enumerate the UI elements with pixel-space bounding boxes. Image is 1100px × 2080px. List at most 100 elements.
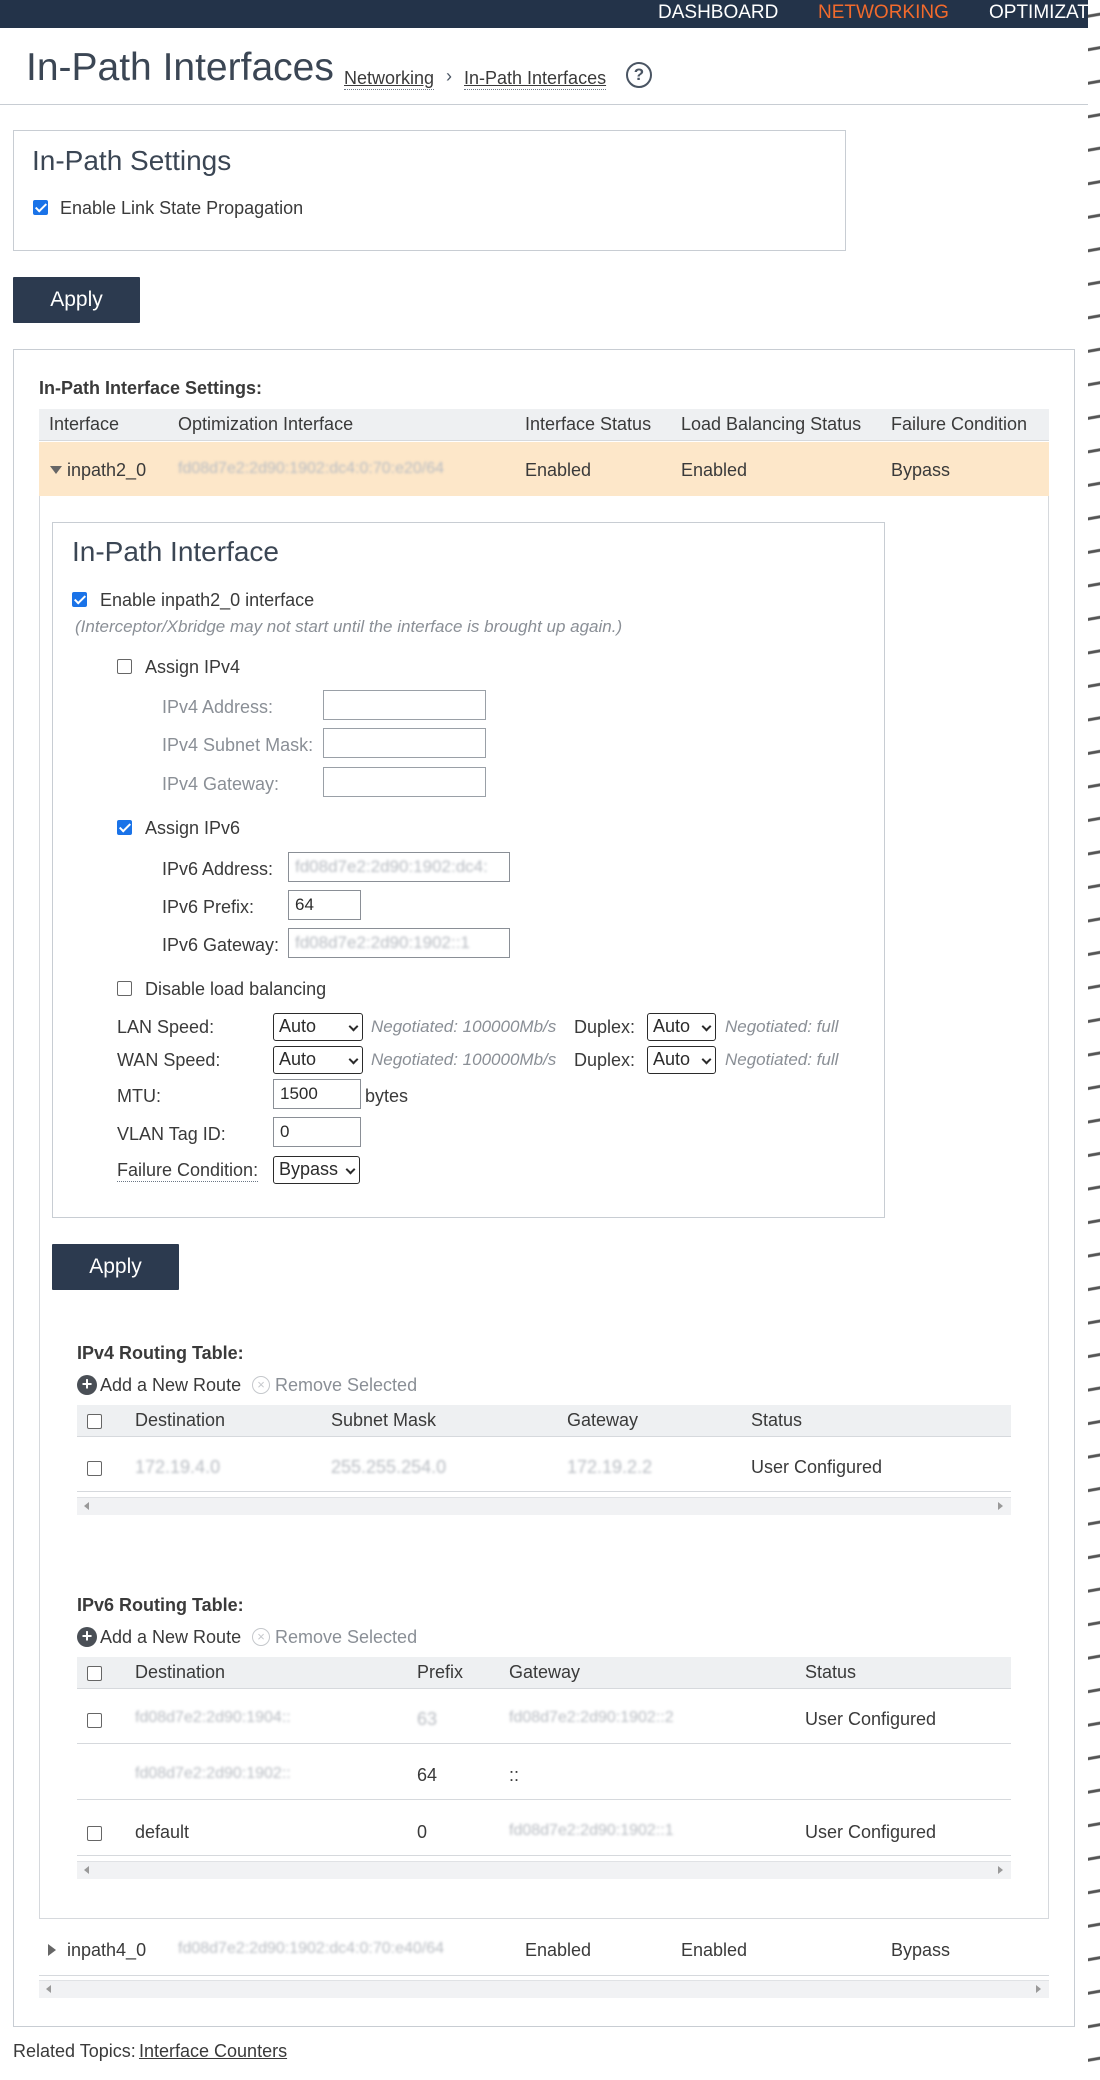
ipv4-mask-input[interactable]	[323, 728, 486, 758]
ipv6-prefix-label: IPv6 Prefix:	[162, 897, 255, 917]
apply-interface-button[interactable]: Apply	[52, 1244, 179, 1290]
ipv6-row-status: User Configured	[805, 1709, 937, 1729]
related-topics-label: Related Topics:	[13, 2041, 136, 2061]
scroll-right-icon[interactable]	[998, 1502, 1003, 1510]
breadcrumb-current[interactable]: In-Path Interfaces	[464, 68, 607, 90]
disable-lb-checkbox[interactable]	[117, 981, 132, 996]
help-icon[interactable]: ?	[626, 62, 652, 88]
breadcrumb-networking[interactable]: Networking	[344, 68, 435, 90]
mtu-input[interactable]: 1500	[273, 1079, 361, 1109]
nav-optimization[interactable]: OPTIMIZATI	[989, 2, 1088, 24]
ipv6-row-gateway: fd08d7e2:2d90:1902::2	[509, 1709, 674, 1726]
in-path-settings-title: In-Path Settings	[32, 145, 232, 176]
decorative-stripe	[1088, 0, 1100, 2080]
row-interface[interactable]: inpath4_0	[67, 1940, 146, 1961]
row-interface-status: Enabled	[525, 460, 592, 480]
ipv6-row-checkbox[interactable]	[87, 1713, 102, 1728]
interface-counters-link[interactable]: Interface Counters	[139, 2041, 287, 2062]
ipv6-gateway-input[interactable]: fd08d7e2:2d90:1902::1	[288, 928, 510, 958]
ipv4-col-status: Status	[751, 1410, 803, 1430]
scroll-left-icon[interactable]	[46, 1985, 51, 1993]
ipv4-gateway-input[interactable]	[323, 767, 486, 797]
ipv4-add-route[interactable]: Add a New Route	[100, 1375, 241, 1396]
expand-arrow-icon[interactable]	[48, 1944, 56, 1956]
ipv6-remove-selected: Remove Selected	[275, 1627, 418, 1647]
ipv4-horizontal-scrollbar[interactable]	[77, 1497, 1011, 1515]
ipv6-address-value: fd08d7e2:2d90:1902:dc4:	[295, 857, 488, 876]
remove-icon: ×	[252, 1628, 270, 1646]
enable-interface-checkbox[interactable]	[72, 592, 87, 607]
lan-speed-label: LAN Speed:	[117, 1017, 215, 1037]
interface-settings-title: In-Path Interface Settings:	[39, 378, 263, 398]
row-opt-interface: fd08d7e2:2d90:1902:dc4:0:70:e40/64	[178, 1940, 445, 1957]
breadcrumb-separator: ›	[446, 66, 452, 86]
ipv4-row-gateway: 172.19.2.2	[567, 1457, 653, 1477]
nav-networking[interactable]: NETWORKING	[818, 2, 949, 24]
vlan-input[interactable]: 0	[273, 1117, 361, 1147]
ipv4-col-mask: Subnet Mask	[331, 1410, 437, 1430]
ipv6-row-prefix: 64	[417, 1765, 438, 1785]
ipv6-address-label: IPv6 Address:	[162, 859, 274, 879]
wan-duplex-select[interactable]: Auto	[647, 1046, 716, 1074]
row-divider	[77, 1743, 1011, 1744]
ipv6-row-checkbox[interactable]	[87, 1826, 102, 1841]
failure-condition-select[interactable]: Bypass	[273, 1156, 360, 1184]
scroll-right-icon[interactable]	[998, 1866, 1003, 1874]
col-optimization-interface: Optimization Interface	[178, 414, 354, 434]
ipv6-prefix-input[interactable]: 64	[288, 890, 361, 920]
ipv6-col-status: Status	[805, 1662, 857, 1682]
ipv6-col-destination: Destination	[135, 1662, 226, 1682]
row-failure: Bypass	[891, 460, 951, 480]
scroll-left-icon[interactable]	[84, 1502, 89, 1510]
assign-ipv4-checkbox[interactable]	[117, 659, 132, 674]
add-icon[interactable]: +	[77, 1627, 97, 1647]
ipv6-row-status: User Configured	[805, 1822, 937, 1842]
ipv4-col-gateway: Gateway	[567, 1410, 639, 1430]
row-failure: Bypass	[891, 1940, 951, 1960]
ipv4-table-title: IPv4 Routing Table:	[77, 1343, 244, 1363]
scroll-right-icon[interactable]	[1036, 1985, 1041, 1993]
nav-dashboard[interactable]: DASHBOARD	[658, 2, 778, 24]
ipv4-remove-selected: Remove Selected	[275, 1375, 418, 1395]
remove-icon: ×	[252, 1376, 270, 1394]
lan-speed-select[interactable]: Auto	[273, 1013, 363, 1041]
row-divider	[77, 1799, 1011, 1800]
ipv6-row-gateway: ::	[509, 1765, 520, 1785]
ipv4-row-checkbox[interactable]	[87, 1461, 102, 1476]
row-lb-status: Enabled	[681, 460, 748, 480]
apply-settings-button[interactable]: Apply	[13, 277, 140, 323]
lan-negotiated-duplex: Negotiated: full	[725, 1017, 839, 1036]
lan-duplex-select[interactable]: Auto	[647, 1013, 716, 1041]
chevron-down-icon	[345, 1164, 356, 1175]
ipv6-col-gateway: Gateway	[509, 1662, 581, 1682]
ipv4-mask-label: IPv4 Subnet Mask:	[162, 735, 314, 755]
col-interface-status: Interface Status	[525, 414, 652, 434]
ipv4-select-all-checkbox[interactable]	[87, 1414, 102, 1429]
ipv4-address-input[interactable]	[323, 690, 486, 720]
lan-duplex-value: Auto	[653, 1016, 691, 1036]
lan-duplex-label: Duplex:	[574, 1017, 636, 1037]
wan-speed-select[interactable]: Auto	[273, 1046, 363, 1074]
wan-speed-label: WAN Speed:	[117, 1050, 221, 1070]
lsp-checkbox[interactable]	[33, 200, 48, 215]
ipv4-row-mask: 255.255.254.0	[331, 1457, 447, 1477]
assign-ipv6-checkbox[interactable]	[117, 820, 132, 835]
wan-speed-value: Auto	[279, 1049, 317, 1069]
ipv6-add-route[interactable]: Add a New Route	[100, 1627, 241, 1648]
interface-horizontal-scrollbar[interactable]	[39, 1980, 1049, 1998]
add-icon[interactable]: +	[77, 1375, 97, 1395]
row-lb-status: Enabled	[681, 1940, 748, 1960]
vlan-value: 0	[280, 1122, 290, 1141]
ipv6-select-all-checkbox[interactable]	[87, 1666, 102, 1681]
scroll-left-icon[interactable]	[84, 1866, 89, 1874]
ipv4-gateway-label: IPv4 Gateway:	[162, 774, 280, 794]
lsp-label: Enable Link State Propagation	[60, 198, 304, 218]
wan-duplex-value: Auto	[653, 1049, 691, 1069]
ipv6-horizontal-scrollbar[interactable]	[77, 1861, 1011, 1879]
chevron-down-icon	[701, 1021, 712, 1032]
ipv6-col-prefix: Prefix	[417, 1662, 464, 1682]
collapse-arrow-icon[interactable]	[50, 466, 62, 474]
top-nav-bar: DASHBOARD NETWORKING OPTIMIZATI	[0, 0, 1088, 28]
row-divider	[77, 1491, 1011, 1492]
ipv6-address-input[interactable]: fd08d7e2:2d90:1902:dc4:	[288, 852, 510, 882]
